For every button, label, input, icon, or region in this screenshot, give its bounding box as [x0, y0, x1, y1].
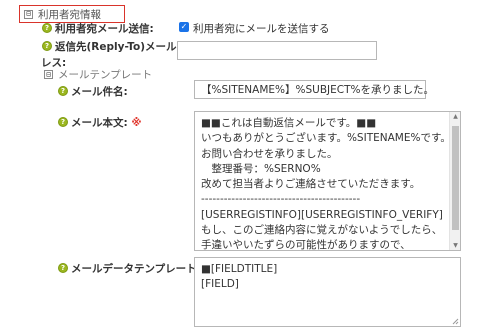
mail-subject-input[interactable]: 【%SITENAME%】%SUBJECT%を承りました。 [194, 80, 434, 99]
scroll-up-arrow-icon[interactable]: ▲ [452, 113, 459, 120]
template-subsection-title: メールテンプレート [58, 69, 153, 81]
help-icon[interactable]: ? [58, 263, 68, 273]
mail-subject-label: メール件名: [71, 86, 128, 98]
help-icon[interactable]: ? [58, 117, 68, 127]
scrollbar-thumb[interactable] [452, 126, 459, 230]
template-subsection-header[interactable]: ⊟ メールテンプレート [44, 67, 152, 82]
help-icon[interactable]: ? [58, 86, 68, 96]
section-title: 利用者宛情報 [38, 8, 101, 21]
scroll-down-arrow-icon[interactable]: ▼ [452, 242, 459, 249]
send-to-user-label: 利用者宛メール送信: [55, 23, 154, 35]
required-mark: ※ [131, 117, 142, 129]
help-icon[interactable]: ? [42, 23, 52, 33]
mail-body-label: メール本文: ※ [71, 115, 142, 130]
mail-body-textarea[interactable]: ■■これは自動返信メールです。■■ いつもありがとうございます。%SITENAM… [194, 111, 461, 251]
mail-data-template-label-text: メールデータテンプレート: [71, 263, 201, 275]
send-to-user-checkbox-label[interactable]: 利用者宛にメールを送信する [193, 21, 330, 36]
reply-to-email-input[interactable] [177, 41, 377, 60]
vertical-scrollbar[interactable]: ▲ ▼ [449, 112, 460, 250]
send-to-user-checkbox[interactable]: ✓ [179, 22, 189, 32]
collapse-toggle-icon[interactable]: ⊟ [24, 9, 33, 19]
resize-grip-icon[interactable] [451, 317, 459, 325]
collapse-toggle-icon[interactable]: ⊟ [44, 70, 53, 79]
mail-data-template-textarea[interactable]: ■[FIELDTITLE] [FIELD] [194, 257, 461, 327]
mail-body-text[interactable]: ■■これは自動返信メールです。■■ いつもありがとうございます。%SITENAM… [201, 116, 451, 250]
mail-body-label-text: メール本文: [71, 117, 128, 129]
help-icon[interactable]: ? [42, 41, 52, 51]
mail-data-template-text[interactable]: ■[FIELDTITLE] [FIELD] [201, 262, 444, 293]
